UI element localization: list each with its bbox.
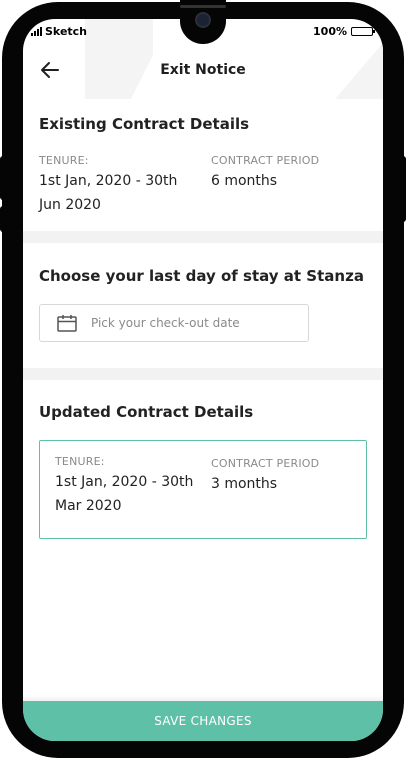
carrier-name: Sketch (45, 24, 88, 38)
existing-period: CONTRACT PERIOD 6 months (211, 154, 361, 193)
volume-up-button (0, 156, 6, 200)
existing-contract-section: Existing Contract Details TENURE: 1st Ja… (23, 99, 383, 231)
app-header: Exit Notice (23, 53, 383, 87)
section-divider (23, 368, 383, 380)
existing-contract-heading: Existing Contract Details (39, 115, 250, 133)
volume-down-button (0, 206, 6, 232)
updated-contract-card: TENURE: 1st Jan, 2020 - 30th Mar 2020 CO… (39, 440, 367, 539)
contract-period-label: CONTRACT PERIOD (211, 457, 320, 470)
save-changes-button[interactable]: SAVE CHANGES (23, 701, 383, 741)
front-camera (195, 12, 211, 28)
app-screen: Sketch 100% Exit Notice Existing Contrac… (23, 19, 383, 741)
tenure-value-line1: 1st Jan, 2020 - 30th (55, 474, 194, 490)
checkout-date-picker[interactable]: Pick your check-out date (39, 304, 309, 342)
section-divider (23, 231, 383, 243)
updated-period: CONTRACT PERIOD 3 months (211, 457, 361, 496)
battery-percent: 100% (313, 24, 347, 38)
status-left: Sketch (31, 25, 87, 38)
battery-icon (351, 26, 375, 36)
status-right: 100% (313, 24, 375, 38)
tenure-value-line1: 1st Jan, 2020 - 30th (39, 173, 178, 189)
arrow-left-icon[interactable] (39, 60, 61, 80)
contract-period-value: 3 months (211, 476, 278, 492)
existing-tenure: TENURE: 1st Jan, 2020 - 30th Jun 2020 (39, 154, 209, 217)
contract-period-label: CONTRACT PERIOD (211, 154, 320, 167)
calendar-icon (57, 315, 77, 332)
speaker-grille (180, 5, 226, 8)
checkout-date-placeholder: Pick your check-out date (91, 316, 240, 330)
tenure-label: TENURE: (39, 154, 89, 167)
tenure-value-line2: Jun 2020 (39, 197, 101, 213)
checkout-heading: Choose your last day of stay at Stanza (39, 267, 364, 285)
contract-period-value: 6 months (211, 173, 278, 189)
device-frame: Sketch 100% Exit Notice Existing Contrac… (0, 0, 406, 760)
signal-icon (31, 26, 42, 36)
updated-tenure: TENURE: 1st Jan, 2020 - 30th Mar 2020 (55, 455, 210, 518)
updated-contract-heading: Updated Contract Details (39, 403, 254, 421)
tenure-label: TENURE: (55, 455, 105, 468)
power-button (400, 156, 406, 222)
tenure-value-line2: Mar 2020 (55, 498, 122, 514)
page-title: Exit Notice (160, 62, 246, 78)
